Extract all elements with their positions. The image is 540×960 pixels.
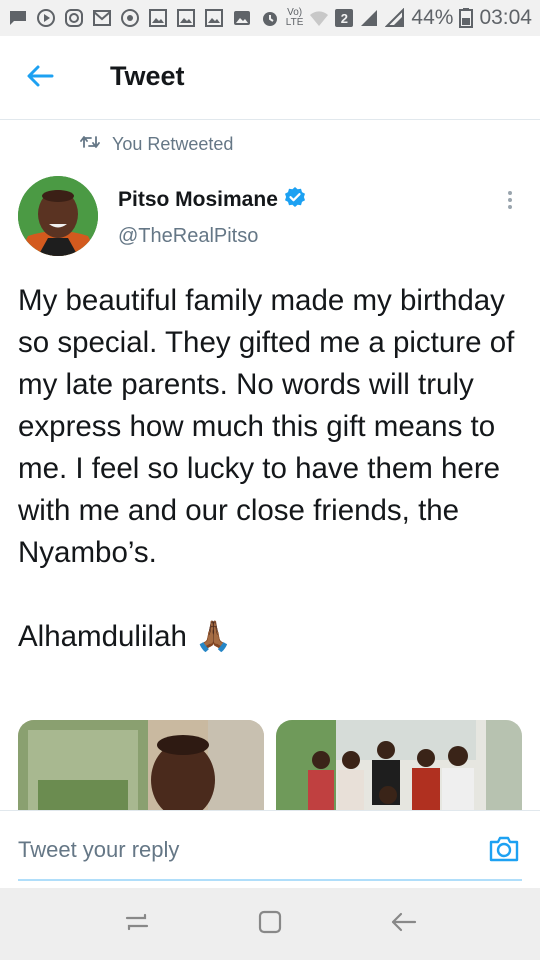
verified-badge-icon — [284, 186, 306, 214]
battery-percentage: 44% — [411, 6, 454, 29]
more-dot-icon — [508, 191, 512, 195]
more-dot-icon — [508, 198, 512, 202]
more-dot-icon — [508, 205, 512, 209]
retweet-context: You Retweeted — [80, 134, 233, 155]
camera-icon — [488, 835, 520, 868]
camera-button[interactable] — [486, 833, 522, 869]
recents-button[interactable] — [117, 904, 157, 944]
instagram-icon — [64, 8, 84, 28]
volte-indicator: Vo) LTE — [285, 7, 304, 28]
alarm-icon — [260, 8, 280, 28]
tweet-photo[interactable] — [18, 720, 264, 810]
tweet-text: My beautiful family made my birthday so … — [18, 284, 515, 653]
gallery-icon — [204, 8, 224, 28]
home-icon — [257, 909, 283, 940]
status-bar: Vo) LTE 2 44% 03:04 — [0, 0, 540, 36]
system-nav-bar — [0, 888, 540, 960]
chrome-icon — [120, 8, 140, 28]
back-arrow-icon — [26, 64, 54, 93]
gmail-icon — [92, 8, 112, 28]
app-header: Tweet — [0, 36, 540, 120]
battery-icon — [459, 8, 474, 28]
recents-icon — [123, 910, 151, 939]
message-icon — [8, 8, 28, 28]
tweet-photo[interactable] — [276, 720, 522, 810]
clock: 03:04 — [479, 6, 532, 29]
wifi-icon — [309, 8, 329, 28]
more-options-button[interactable] — [498, 188, 522, 212]
author-name-text: Pitso Mosimane — [118, 188, 278, 211]
tweet-media — [18, 720, 522, 810]
photo-icon — [232, 8, 252, 28]
notification-icons — [8, 8, 252, 28]
gallery-icon — [176, 8, 196, 28]
back-icon — [389, 910, 417, 939]
gallery-icon — [148, 8, 168, 28]
avatar[interactable] — [18, 176, 98, 256]
reply-input[interactable]: Tweet your reply — [18, 837, 179, 863]
system-back-button[interactable] — [383, 904, 423, 944]
page-title: Tweet — [110, 61, 185, 91]
signal-icon — [359, 8, 379, 28]
retweet-label: You Retweeted — [112, 134, 234, 154]
home-button[interactable] — [250, 904, 290, 944]
back-button[interactable] — [22, 62, 58, 94]
reply-bar: Tweet your reply — [0, 810, 540, 888]
play-icon — [36, 8, 56, 28]
author-name[interactable]: Pitso Mosimane — [118, 186, 306, 214]
sim-slot-badge: 2 — [335, 9, 354, 27]
retweet-icon — [80, 134, 100, 155]
author-handle[interactable]: @TheRealPitso — [118, 225, 258, 248]
signal-icon — [385, 8, 405, 28]
reply-input-underline — [18, 879, 522, 881]
system-icons: Vo) LTE 2 44% 03:04 — [260, 6, 532, 30]
